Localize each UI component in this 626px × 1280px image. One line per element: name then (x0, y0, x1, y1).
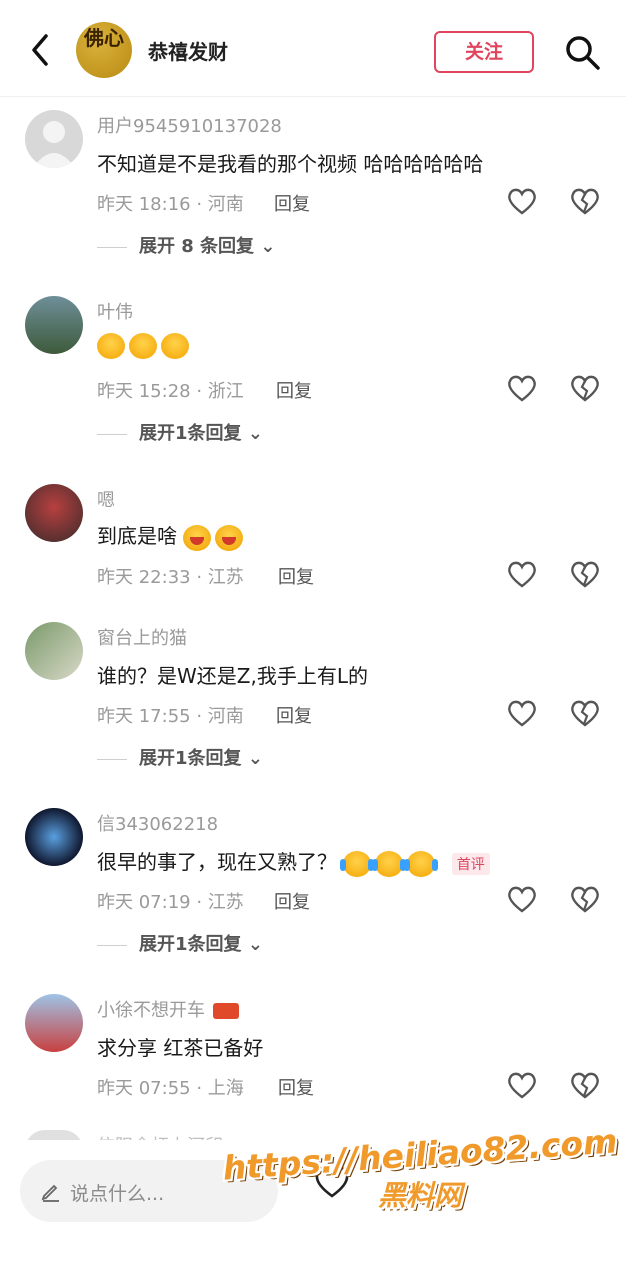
follow-button[interactable]: 关注 (434, 31, 534, 73)
top-bar: 佛心 恭禧发财 关注 (0, 0, 626, 97)
broken-heart-icon[interactable] (569, 698, 601, 728)
avatar[interactable] (25, 110, 83, 168)
expand-label: 展开1条回复 (139, 748, 242, 769)
reply-button[interactable]: 回复 (276, 702, 312, 728)
comment-username[interactable]: 窗台上的猫 (97, 624, 187, 650)
emoji-icon (161, 332, 189, 359)
crying-laugh-emoji-icon (372, 850, 407, 877)
reply-button[interactable]: 回复 (274, 190, 310, 216)
avatar[interactable] (25, 484, 83, 542)
divider (97, 433, 127, 435)
chevron-down-icon: ⌄ (247, 934, 263, 955)
broken-heart-icon[interactable] (569, 1070, 601, 1100)
comment-meta: 昨天 07:55 · 上海 (97, 1078, 244, 1099)
comment-text: 求分享 红茶已备好 (97, 1036, 264, 1060)
emoji-icon (129, 332, 157, 359)
divider (97, 758, 127, 760)
comment-meta: 昨天 07:19 · 江苏 (97, 892, 244, 913)
account-avatar[interactable]: 佛心 (76, 22, 132, 78)
heart-icon[interactable] (506, 373, 538, 403)
comment-username[interactable]: 嗯 (97, 486, 115, 512)
broken-heart-icon[interactable] (569, 186, 601, 216)
crying-laugh-emoji-icon (404, 850, 439, 877)
avatar[interactable] (25, 808, 83, 866)
comment-meta: 昨天 22:33 · 江苏 (97, 567, 244, 588)
comment-meta: 昨天 18:16 · 河南 (97, 194, 244, 215)
expand-replies-button[interactable]: 展开1条回复 ⌄ (97, 930, 263, 956)
laugh-emoji-icon (215, 524, 244, 551)
pencil-icon (40, 1180, 62, 1202)
heart-icon[interactable] (506, 1070, 538, 1100)
chevron-down-icon: ⌄ (260, 236, 276, 257)
watermark: https://heiliao82.com 黑料网 (215, 1121, 625, 1214)
expand-label: 展开 8 条回复 (139, 236, 255, 257)
avatar[interactable] (25, 622, 83, 680)
divider (97, 944, 127, 946)
comment-text: 谁的？是W还是Z,我手上有L的 (97, 664, 368, 688)
emoji-icon (97, 332, 125, 359)
comment-meta: 昨天 15:28 · 浙江 (97, 381, 244, 402)
reply-button[interactable]: 回复 (278, 1074, 314, 1100)
username-text: 小徐不想开车 (97, 1000, 205, 1021)
reply-button[interactable]: 回复 (278, 563, 314, 589)
divider (97, 246, 127, 248)
account-title: 恭禧发财 (148, 40, 228, 64)
heart-icon[interactable] (506, 698, 538, 728)
comment-text: 很早的事了，现在又熟了？ 首评 (97, 846, 490, 877)
comment-username[interactable]: 用户9545910137028 (97, 112, 282, 138)
expand-label: 展开1条回复 (139, 934, 242, 955)
comment-username[interactable]: 小徐不想开车 (97, 996, 239, 1022)
reply-button[interactable]: 回复 (276, 377, 312, 403)
comment-meta: 昨天 17:55 · 河南 (97, 706, 244, 727)
heart-icon[interactable] (506, 186, 538, 216)
back-icon[interactable] (24, 30, 60, 70)
comment-text: 不知道是不是我看的那个视频 哈哈哈哈哈哈 (97, 152, 484, 176)
expand-label: 展开1条回复 (139, 423, 242, 444)
reply-button[interactable]: 回复 (274, 888, 310, 914)
search-icon[interactable] (564, 34, 602, 72)
comment-text: 到底是啥 (97, 520, 247, 551)
comment-text-body: 到底是啥 (97, 524, 177, 548)
expand-replies-button[interactable]: 展开1条回复 ⌄ (97, 419, 263, 445)
input-placeholder: 说点什么... (70, 1183, 165, 1205)
broken-heart-icon[interactable] (569, 373, 601, 403)
laugh-emoji-icon (183, 524, 212, 551)
comment-username[interactable]: 信343062218 (97, 810, 218, 836)
avatar[interactable] (25, 994, 83, 1052)
expand-replies-button[interactable]: 展开 8 条回复 ⌄ (97, 232, 275, 258)
expand-replies-button[interactable]: 展开1条回复 ⌄ (97, 744, 263, 770)
truck-icon (212, 1003, 239, 1019)
chevron-down-icon: ⌄ (247, 748, 263, 769)
broken-heart-icon[interactable] (569, 884, 601, 914)
heart-icon[interactable] (506, 559, 538, 589)
comment-text-body: 很早的事了，现在又熟了？ (97, 850, 337, 874)
crying-laugh-emoji-icon (340, 850, 375, 877)
broken-heart-icon[interactable] (569, 559, 601, 589)
heart-icon[interactable] (506, 884, 538, 914)
comment-username[interactable]: 叶伟 (97, 298, 133, 324)
avatar[interactable] (25, 296, 83, 354)
comment-emoji-row (97, 332, 193, 359)
chevron-down-icon: ⌄ (247, 423, 263, 444)
first-comment-badge: 首评 (451, 852, 490, 875)
